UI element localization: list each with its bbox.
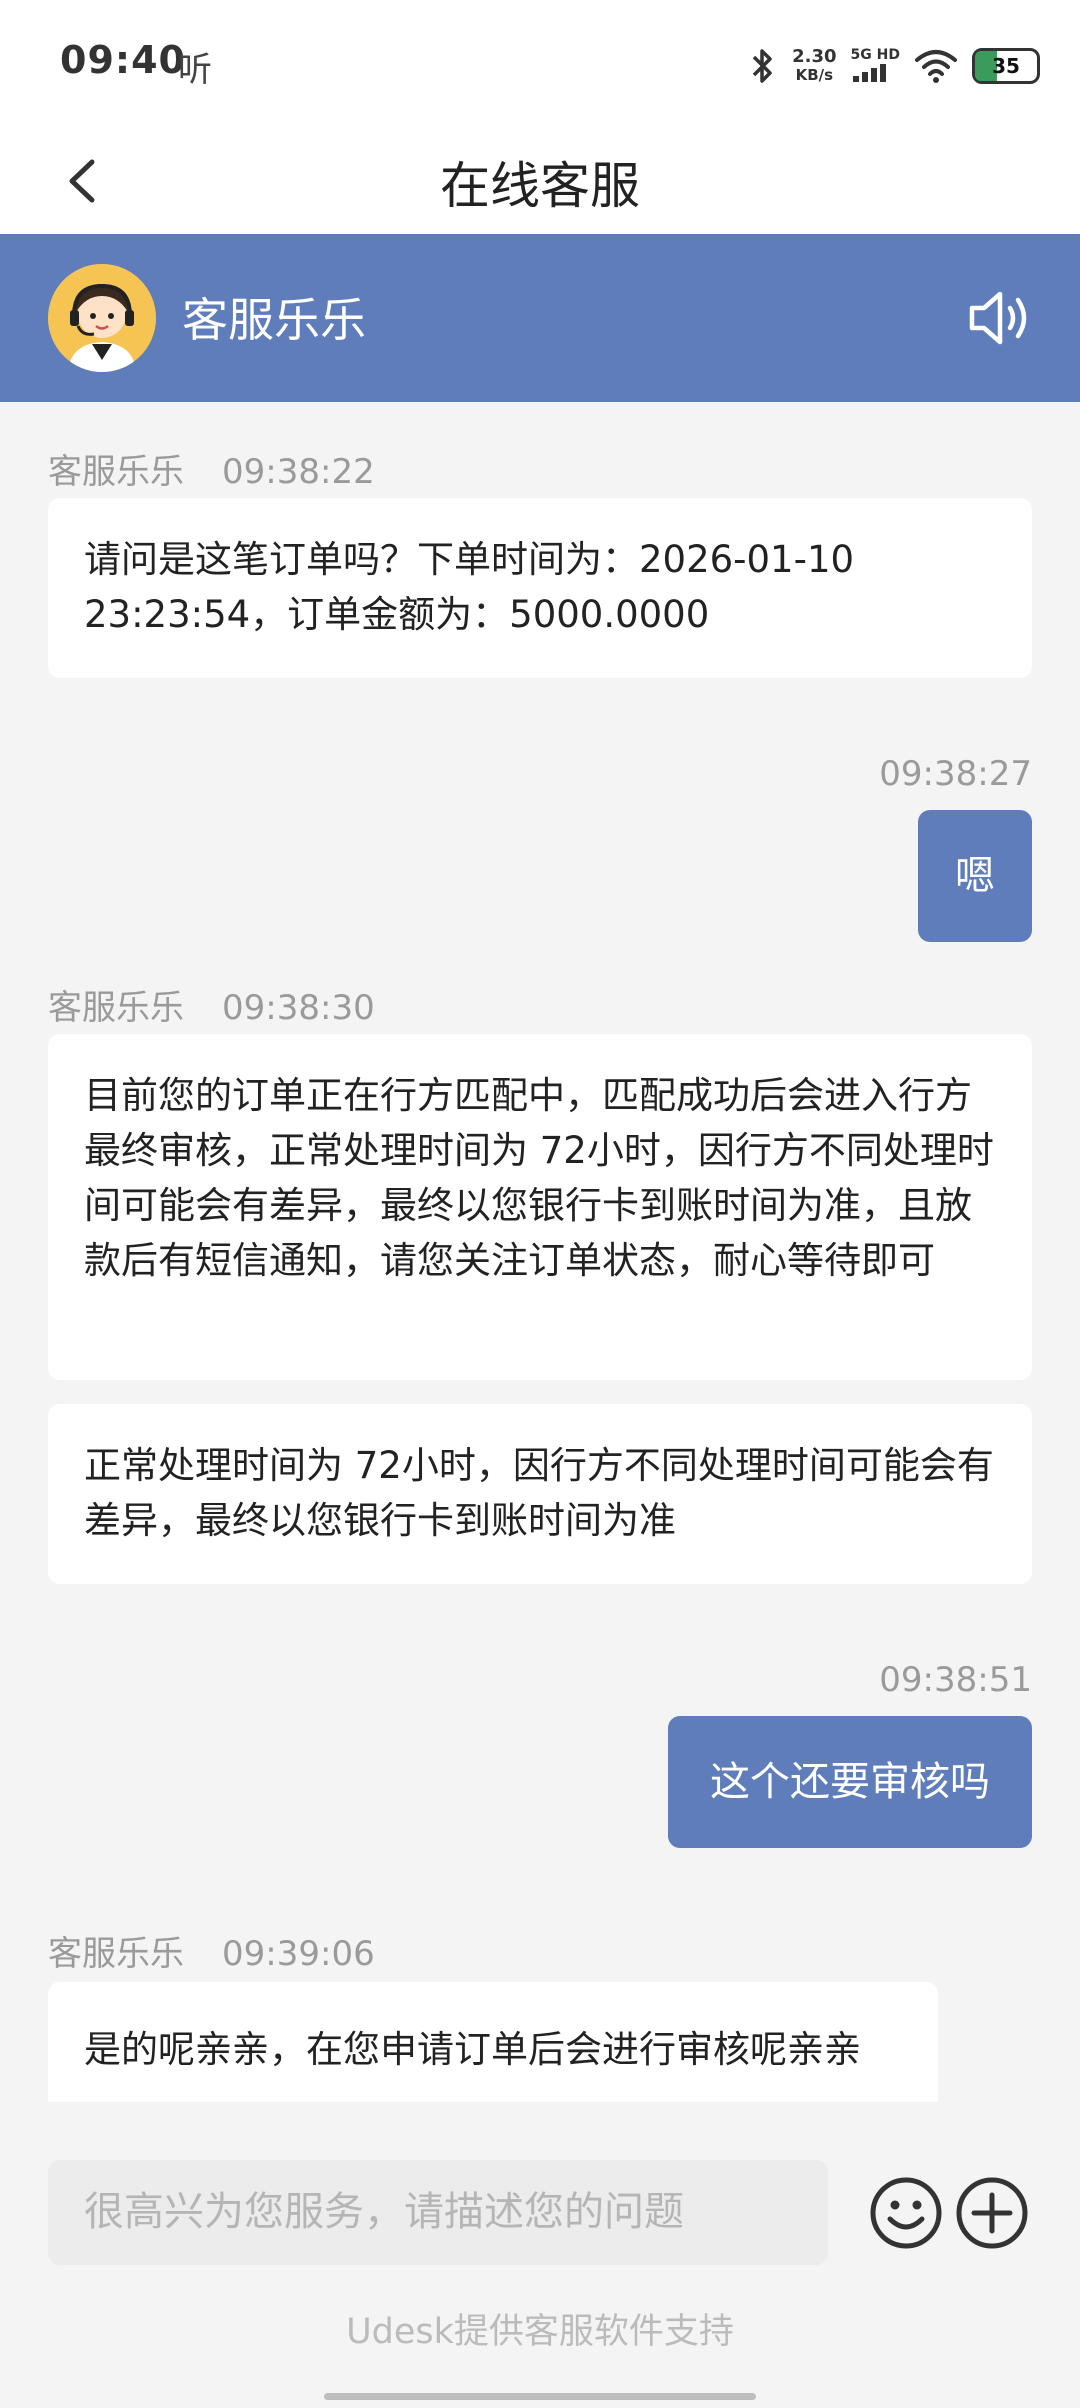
message-text: 正常处理时间为 72小时，因行方不同处理时间可能会有差异，最终以您银行卡到账时间… bbox=[84, 1444, 994, 1542]
message-text: 请问是这笔订单吗？下单时间为：2026-01-10 23:23:54，订单金额为… bbox=[84, 538, 855, 636]
speaker-icon[interactable] bbox=[964, 282, 1036, 354]
network-label: 5G HD bbox=[850, 46, 900, 63]
message-text: 目前您的订单正在行方匹配中，匹配成功后会进入行方最终审核，正常处理时间为 72小… bbox=[84, 1074, 994, 1282]
emoji-icon[interactable] bbox=[868, 2175, 944, 2251]
composer-bar: Udesk提供客服软件支持 bbox=[0, 2135, 1080, 2408]
agent-avatar-icon bbox=[48, 264, 156, 372]
wifi-icon bbox=[915, 50, 957, 83]
footer-credit: Udesk提供客服软件支持 bbox=[346, 2312, 734, 2352]
speed-unit: KB/s bbox=[795, 66, 834, 84]
message-time: 09:38:30 bbox=[222, 988, 375, 1028]
message-sender: 客服乐乐 bbox=[48, 452, 184, 492]
nav-bar: 在线客服 bbox=[0, 128, 1080, 234]
message-time: 09:38:51 bbox=[879, 1660, 1032, 1700]
user-message-bubble: 嗯 bbox=[918, 810, 1032, 942]
battery-icon: 35 bbox=[972, 48, 1040, 84]
message-sender: 客服乐乐 bbox=[48, 1934, 184, 1974]
page-title: 在线客服 bbox=[440, 157, 640, 215]
status-time: 09:40 bbox=[60, 38, 186, 82]
network-type: 5G HD bbox=[851, 48, 900, 85]
message-sender: 客服乐乐 bbox=[48, 988, 184, 1028]
message-meta: 客服乐乐 09:38:30 bbox=[48, 980, 375, 1029]
message-time: 09:38:22 bbox=[222, 452, 375, 492]
signal-icon bbox=[852, 63, 886, 82]
agent-message-bubble: 是的呢亲亲，在您申请订单后会进行审核呢亲亲 bbox=[48, 1982, 938, 2102]
message-text: 是的呢亲亲，在您申请订单后会进行审核呢亲亲 bbox=[84, 2028, 861, 2071]
carrier-icon: 听 bbox=[178, 50, 212, 90]
network-speed: 2.30 KB/s bbox=[792, 46, 837, 85]
message-meta: 客服乐乐 09:38:22 bbox=[48, 444, 375, 493]
message-input[interactable] bbox=[48, 2160, 828, 2265]
message-meta: 客服乐乐 09:39:06 bbox=[48, 1926, 375, 1975]
agent-message-bubble: 请问是这笔订单吗？下单时间为：2026-01-10 23:23:54，订单金额为… bbox=[48, 498, 1032, 678]
agent-header: 客服乐乐 bbox=[0, 234, 1080, 402]
bluetooth-icon bbox=[752, 49, 772, 83]
battery-level: 35 bbox=[992, 54, 1020, 78]
agent-message-bubble: 目前您的订单正在行方匹配中，匹配成功后会进入行方最终审核，正常处理时间为 72小… bbox=[48, 1034, 1032, 1380]
message-text: 这个还要审核吗 bbox=[710, 1759, 990, 1805]
agent-message-bubble: 正常处理时间为 72小时，因行方不同处理时间可能会有差异，最终以您银行卡到账时间… bbox=[48, 1404, 1032, 1584]
agent-name: 客服乐乐 bbox=[182, 293, 366, 347]
message-text: 嗯 bbox=[955, 853, 995, 899]
home-indicator[interactable] bbox=[324, 2393, 756, 2400]
message-time: 09:38:27 bbox=[879, 754, 1032, 794]
user-message-bubble: 这个还要审核吗 bbox=[668, 1716, 1032, 1848]
status-icons: 2.30 KB/s 5G HD 35 bbox=[748, 36, 1040, 96]
status-bar: 09:40 听 2.30 KB/s 5G HD 35 bbox=[0, 0, 1080, 128]
chat-area[interactable]: 客服乐乐 09:38:22 请问是这笔订单吗？下单时间为：2026-01-10 2… bbox=[0, 402, 1080, 2102]
message-time: 09:39:06 bbox=[222, 1934, 375, 1974]
speed-value: 2.30 bbox=[792, 46, 837, 67]
plus-icon[interactable] bbox=[954, 2175, 1030, 2251]
agent-avatar bbox=[48, 264, 156, 372]
